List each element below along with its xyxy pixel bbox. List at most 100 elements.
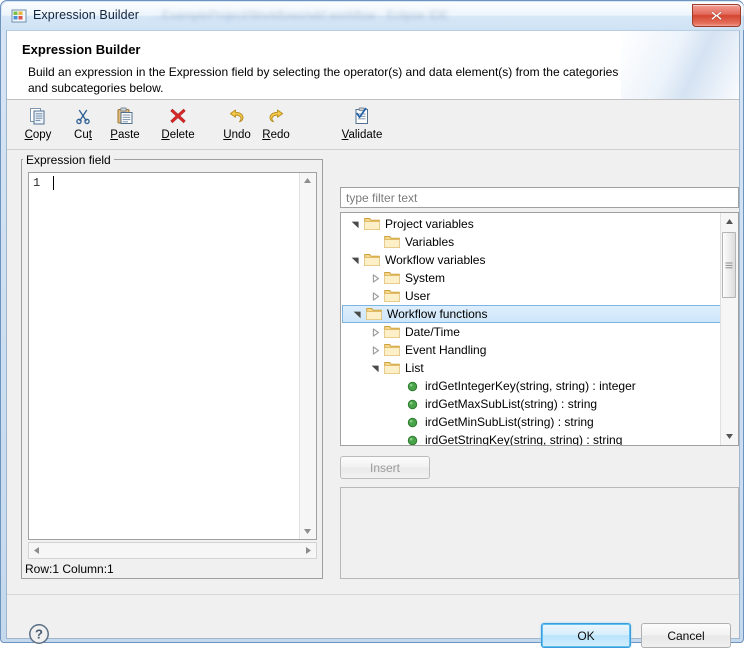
tree-item[interactable]: System — [341, 269, 722, 287]
tree-item[interactable]: Workflow functions — [342, 305, 721, 323]
text-caret — [53, 176, 54, 190]
help-icon[interactable]: ? — [28, 623, 50, 645]
category-tree[interactable]: Project variables Variables Workflow varia… — [340, 212, 739, 446]
tree-item-label: List — [405, 361, 424, 375]
tree-item[interactable]: Event Handling — [341, 341, 722, 359]
ok-button[interactable]: OK — [541, 623, 631, 648]
chevron-right-icon[interactable] — [367, 288, 383, 304]
function-icon — [403, 396, 421, 412]
tree-item-label: Variables — [405, 235, 455, 249]
filter-input[interactable]: type filter text — [340, 187, 739, 208]
folder-icon — [383, 360, 401, 376]
cut-button[interactable]: Cut — [60, 104, 106, 146]
tree-item-label: Date/Time — [405, 325, 460, 339]
redo-label: Redo — [262, 129, 290, 141]
tree-item[interactable]: irdGetStringKey(string, string) : string — [341, 431, 722, 446]
chevron-right-icon[interactable] — [367, 324, 383, 340]
chevron-right-icon[interactable] — [367, 342, 383, 358]
delete-button[interactable]: Delete — [155, 104, 201, 146]
tree-item[interactable]: irdGetMinSubList(string) : string — [341, 413, 722, 431]
title-bar[interactable]: ...ExampleProject/Workflows/wkf.workflow… — [2, 2, 744, 30]
scroll-right-arrow[interactable] — [301, 543, 316, 558]
svg-text:?: ? — [35, 627, 43, 642]
expression-field-legend: Expression field — [23, 153, 114, 167]
line-number: 1 — [33, 176, 41, 190]
scroll-up-arrow[interactable] — [300, 173, 315, 188]
tree-item-label: Workflow functions — [387, 307, 488, 321]
validate-button[interactable]: Validate — [339, 104, 385, 146]
page-description: Build an expression in the Expression fi… — [28, 65, 619, 95]
window-title: Expression Builder — [33, 8, 140, 22]
tree-scroll-up-arrow[interactable] — [722, 214, 737, 229]
copy-button[interactable]: Copy — [15, 104, 61, 146]
tree-scroll-down-arrow[interactable] — [722, 429, 737, 444]
close-button[interactable] — [692, 4, 741, 27]
tree-item[interactable]: Variables — [341, 233, 722, 251]
undo-label: Undo — [223, 129, 251, 141]
tree-vertical-scrollbar[interactable] — [720, 213, 738, 445]
footer-separator — [7, 594, 739, 595]
tree-row-container: Project variables Variables Workflow varia… — [341, 215, 722, 446]
cut-label: Cut — [74, 129, 92, 141]
scroll-left-arrow[interactable] — [29, 543, 44, 558]
tree-item-label: Project variables — [385, 217, 474, 231]
insert-button[interactable]: Insert — [340, 456, 430, 479]
header-decoration — [621, 31, 739, 99]
chevron-down-icon[interactable] — [347, 216, 363, 232]
tree-item-label: irdGetIntegerKey(string, string) : integ… — [425, 379, 636, 393]
folder-icon — [363, 216, 381, 232]
tree-item[interactable]: List — [341, 359, 722, 377]
function-icon — [403, 432, 421, 445]
tree-item-label: Workflow variables — [385, 253, 486, 267]
tree-item[interactable]: irdGetMaxSubList(string) : string — [341, 395, 722, 413]
tree-item[interactable]: irdGetIntegerKey(string, string) : integ… — [341, 377, 722, 395]
paste-button[interactable]: Paste — [102, 104, 148, 146]
chevron-down-icon[interactable] — [349, 306, 365, 322]
tree-item[interactable]: Project variables — [341, 215, 722, 233]
scroll-down-arrow[interactable] — [300, 524, 315, 539]
function-icon — [403, 378, 421, 394]
cancel-button[interactable]: Cancel — [641, 623, 731, 648]
page-title: Expression Builder — [22, 42, 141, 57]
copy-icon — [26, 105, 50, 126]
cut-icon — [71, 105, 95, 126]
function-icon — [403, 414, 421, 430]
tree-scroll-thumb[interactable] — [722, 232, 736, 298]
tree-item[interactable]: Date/Time — [341, 323, 722, 341]
paste-label: Paste — [110, 129, 140, 141]
application-icon — [11, 8, 27, 24]
tree-item-label: irdGetMinSubList(string) : string — [425, 415, 594, 429]
folder-icon — [383, 324, 401, 340]
dialog-window: ...ExampleProject/Workflows/wkf.workflow… — [0, 0, 744, 648]
tree-item[interactable]: User — [341, 287, 722, 305]
expression-input[interactable]: 1 — [28, 172, 317, 540]
tree-item-label: irdGetMaxSubList(string) : string — [425, 397, 598, 411]
tree-item[interactable]: Workflow variables — [341, 251, 722, 269]
chevron-down-icon[interactable] — [347, 252, 363, 268]
copy-label: Copy — [24, 129, 52, 141]
toolbar: Copy Cut Paste Delete Undo Redo Validate — [7, 101, 739, 150]
folder-icon — [363, 252, 381, 268]
validate-label: Validate — [341, 129, 383, 141]
description-panel — [340, 487, 739, 579]
chevron-right-icon[interactable] — [367, 270, 383, 286]
expression-group: 1 Row:1 Column:1 — [21, 159, 323, 579]
background-window-title: ...ExampleProject/Workflows/wkf.workflow… — [152, 8, 449, 22]
redo-button[interactable]: Redo — [253, 104, 299, 146]
tree-item-label: Event Handling — [405, 343, 487, 357]
expression-horizontal-scrollbar[interactable] — [28, 542, 317, 559]
tree-item-label: User — [405, 289, 431, 303]
redo-icon — [264, 105, 288, 126]
chevron-down-icon[interactable] — [367, 360, 383, 376]
dialog-header: Expression Builder Build an expression i… — [7, 31, 739, 100]
delete-label: Delete — [161, 129, 195, 141]
validate-icon — [350, 105, 374, 126]
delete-icon — [166, 105, 190, 126]
folder-icon — [383, 288, 401, 304]
expression-vertical-scrollbar[interactable] — [299, 173, 316, 539]
tree-item-label: irdGetStringKey(string, string) : string — [425, 433, 623, 446]
dialog-client-area: Expression Builder Build an expression i… — [6, 30, 740, 648]
